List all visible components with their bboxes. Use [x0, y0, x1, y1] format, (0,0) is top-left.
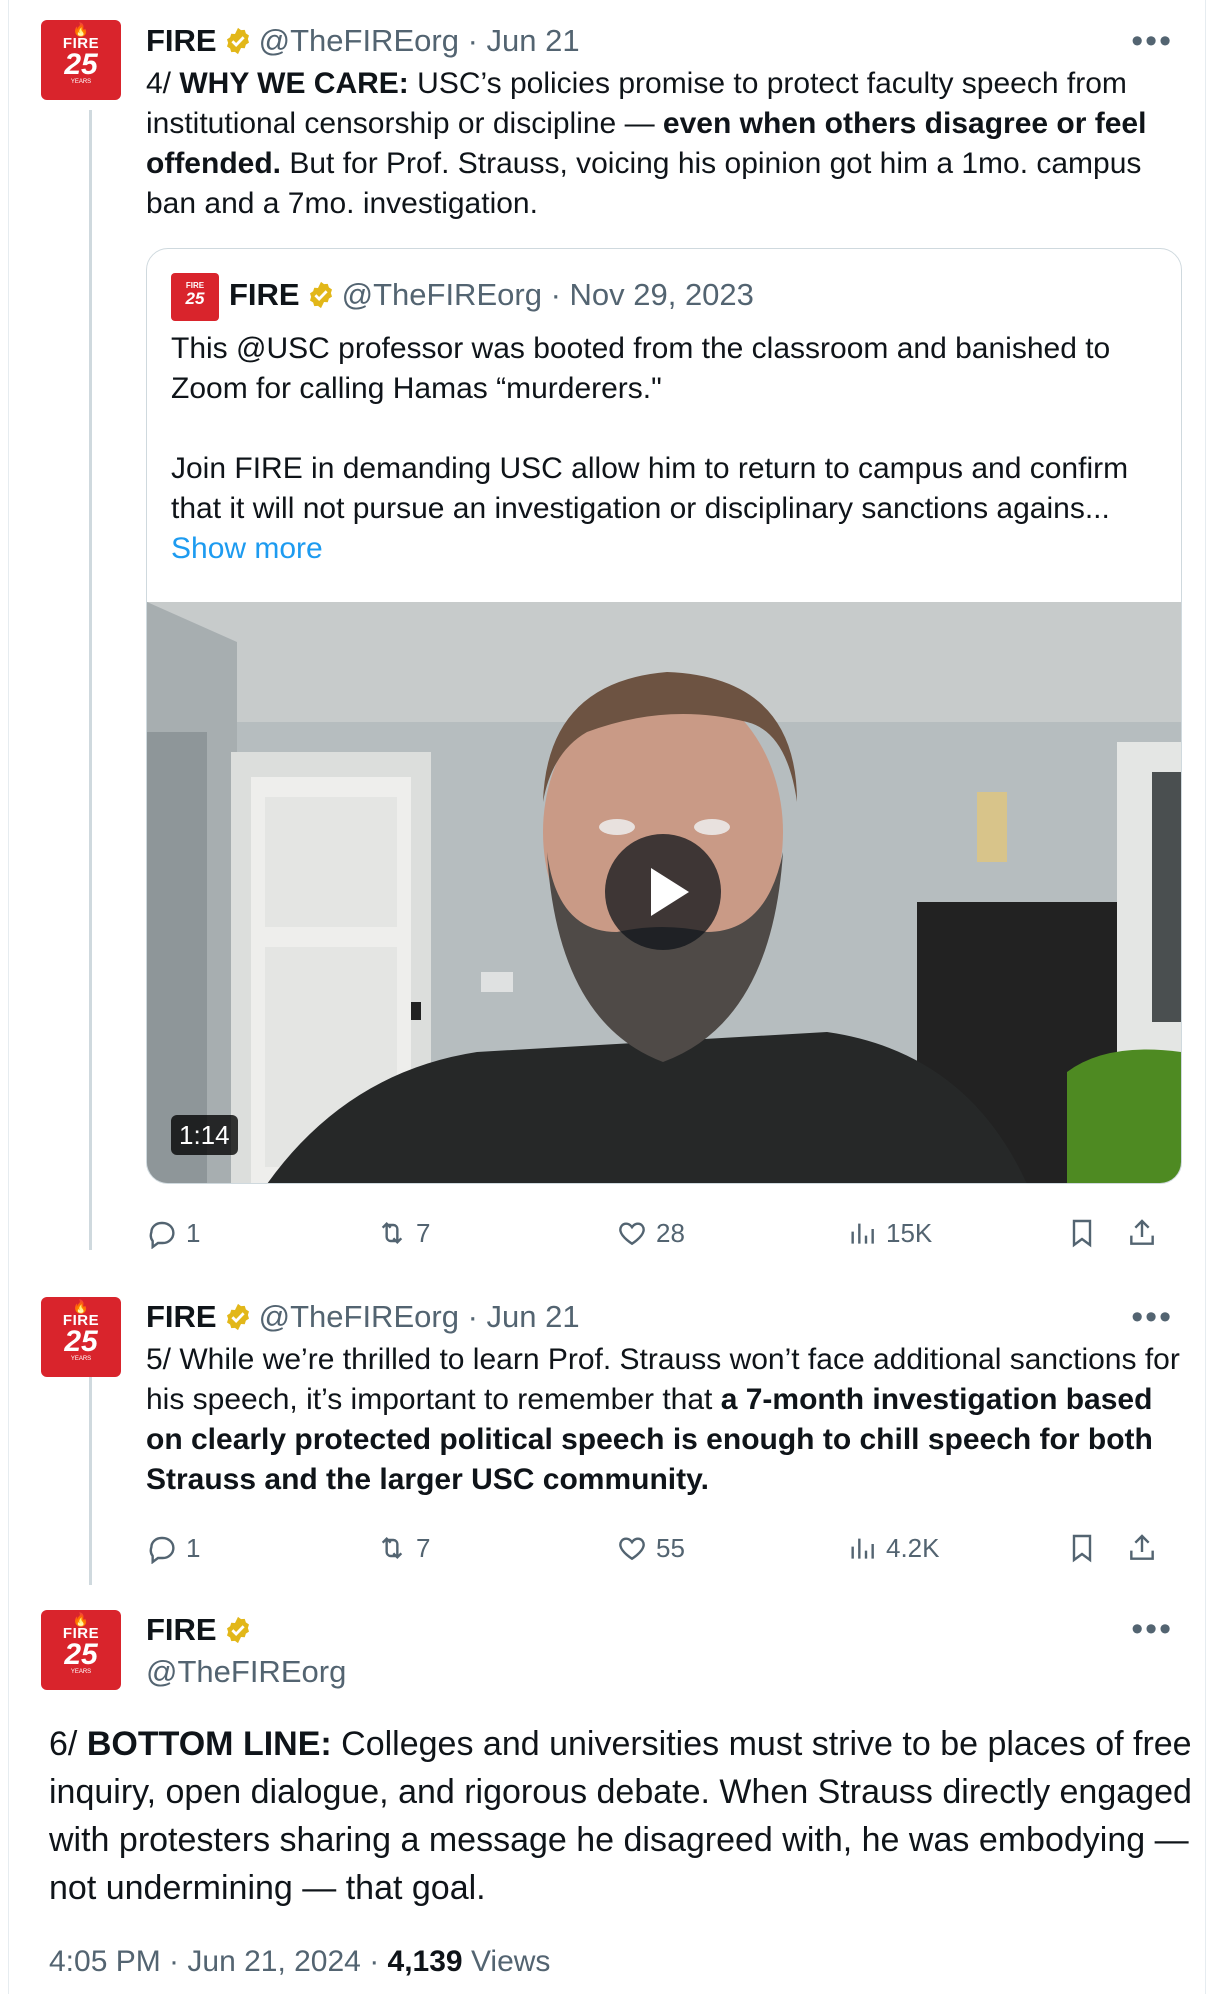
tweet-text: 4/ WHY WE CARE: USC’s policies promise t…: [146, 64, 1186, 224]
like-button[interactable]: 28: [616, 1213, 685, 1253]
quoted-tweet[interactable]: FIRE 25 FIRE @TheFIREorg · Nov 29, 2023 T…: [146, 248, 1182, 1184]
reply-icon: [149, 1221, 175, 1249]
share-button[interactable]: [1126, 1528, 1166, 1568]
tweet-author-name-row: FIRE: [146, 1610, 259, 1650]
bookmark-icon: [1072, 1534, 1092, 1563]
tweet-header: FIRE @TheFIREorg · Jun 21: [146, 1297, 580, 1337]
like-count: 28: [656, 1217, 685, 1248]
quote-author-name: FIRE: [229, 277, 300, 312]
share-icon: [1130, 1534, 1154, 1560]
verified-badge-icon: [226, 1616, 249, 1644]
more-options-icon[interactable]: •••: [1131, 1300, 1173, 1334]
views-button[interactable]: 15K: [846, 1213, 932, 1253]
tweet-timestamp[interactable]: 4:05 PM · Jun 21, 2024 ·: [49, 1945, 388, 1978]
play-button[interactable]: [605, 834, 721, 950]
views-chart-icon: [851, 1538, 874, 1559]
show-more-link[interactable]: Show more: [171, 529, 1161, 569]
heart-icon: [619, 1537, 645, 1561]
quote-avatar: FIRE 25: [171, 273, 219, 321]
verified-badge-icon: [226, 27, 249, 55]
avatar-25-text: 25: [64, 1325, 98, 1358]
tweet-author-handle-row: @TheFIREorg: [146, 1652, 346, 1692]
avatar-25-text: 25: [64, 48, 98, 81]
tweet-text-bold: WHY WE CARE:: [179, 67, 409, 100]
tweet-text-part: 6/: [49, 1725, 87, 1763]
quote-paragraph-1: This @USC professor was booted from the …: [171, 332, 1111, 405]
views-chart-icon: [851, 1223, 874, 1244]
repost-icon: [381, 1536, 403, 1560]
verified-badge-icon: [226, 1303, 249, 1331]
tweet-date[interactable]: · Jun 21: [468, 23, 580, 58]
reply-button[interactable]: 1: [146, 1213, 200, 1253]
avatar-years-text: YEARS: [70, 1669, 92, 1675]
author-name[interactable]: FIRE: [146, 23, 217, 58]
avatar[interactable]: 🔥 FIRE 25 YEARS: [41, 1610, 121, 1690]
tweet-date[interactable]: · Jun 21: [468, 1299, 580, 1334]
tweet-text: 6/ BOTTOM LINE: Colleges and universitie…: [49, 1720, 1199, 1912]
reply-count: 1: [186, 1532, 201, 1563]
tweet-actions: 1 7 28 15K: [146, 1213, 1186, 1253]
tweet-timestamp-row: 4:05 PM · Jun 21, 2024 · 4,139 Views: [49, 1942, 550, 1982]
views-button[interactable]: 4.2K: [846, 1528, 940, 1568]
repost-count: 7: [416, 1532, 431, 1563]
bookmark-icon: [1072, 1219, 1092, 1248]
tweet-views-count: 4,139: [387, 1945, 463, 1978]
more-options-icon[interactable]: •••: [1131, 1612, 1173, 1646]
author-name[interactable]: FIRE: [146, 1612, 217, 1647]
views-count: 15K: [886, 1217, 933, 1248]
quote-header: FIRE @TheFIREorg · Nov 29, 2023: [229, 275, 754, 315]
tweet-text-bold: BOTTOM LINE:: [86, 1725, 332, 1763]
tweet-actions: 1 7 55 4.2K: [146, 1528, 1186, 1568]
share-icon: [1130, 1219, 1154, 1245]
verified-badge-icon: [309, 281, 332, 309]
like-count: 55: [656, 1532, 685, 1563]
bookmark-button[interactable]: [1066, 1213, 1106, 1253]
thread-line: [89, 1360, 92, 1585]
avatar-25-text: 25: [64, 1638, 98, 1671]
reply-button[interactable]: 1: [146, 1528, 200, 1568]
author-handle[interactable]: @TheFIREorg: [146, 1654, 346, 1689]
tweet-views-label: Views: [462, 1945, 551, 1978]
avatar[interactable]: 🔥 FIRE 25 YEARS: [41, 1297, 121, 1377]
play-icon: [651, 868, 689, 916]
author-handle[interactable]: @TheFIREorg: [259, 1299, 459, 1334]
tweet-text-part: 4/: [146, 67, 180, 100]
repost-button[interactable]: 7: [376, 1213, 430, 1253]
bookmark-button[interactable]: [1066, 1528, 1106, 1568]
avatar-25-text: 25: [185, 289, 205, 308]
avatar[interactable]: 🔥 FIRE 25 YEARS: [41, 20, 121, 100]
author-name[interactable]: FIRE: [146, 1299, 217, 1334]
tweet-header: FIRE @TheFIREorg · Jun 21: [146, 21, 580, 61]
tweet-text-part: But for Prof. Strauss, voicing his opini…: [146, 147, 1142, 220]
thread-line: [89, 110, 92, 1250]
more-options-icon[interactable]: •••: [1131, 24, 1173, 58]
repost-button[interactable]: 7: [376, 1528, 430, 1568]
avatar-years-text: YEARS: [70, 79, 92, 85]
quote-text: This @USC professor was booted from the …: [171, 329, 1161, 569]
quote-date: · Nov 29, 2023: [550, 277, 754, 312]
tweet-text: 5/ While we’re thrilled to learn Prof. S…: [146, 1340, 1186, 1500]
reply-count: 1: [186, 1217, 201, 1248]
heart-icon: [619, 1222, 645, 1246]
video-duration: 1:14: [171, 1115, 238, 1155]
share-button[interactable]: [1126, 1213, 1166, 1253]
video-player[interactable]: 1:14: [147, 602, 1181, 1183]
thread-frame: 🔥 FIRE 25 YEARS FIRE @TheFIREorg · Jun 21…: [8, 0, 1206, 1994]
quote-paragraph-2: Join FIRE in demanding USC allow him to …: [171, 452, 1129, 525]
quote-author-handle: @TheFIREorg: [341, 277, 542, 312]
repost-count: 7: [416, 1217, 431, 1248]
repost-icon: [381, 1221, 403, 1245]
avatar-years-text: YEARS: [70, 1356, 92, 1362]
like-button[interactable]: 55: [616, 1528, 685, 1568]
views-count: 4.2K: [886, 1532, 940, 1563]
reply-icon: [149, 1536, 175, 1564]
author-handle[interactable]: @TheFIREorg: [259, 23, 459, 58]
